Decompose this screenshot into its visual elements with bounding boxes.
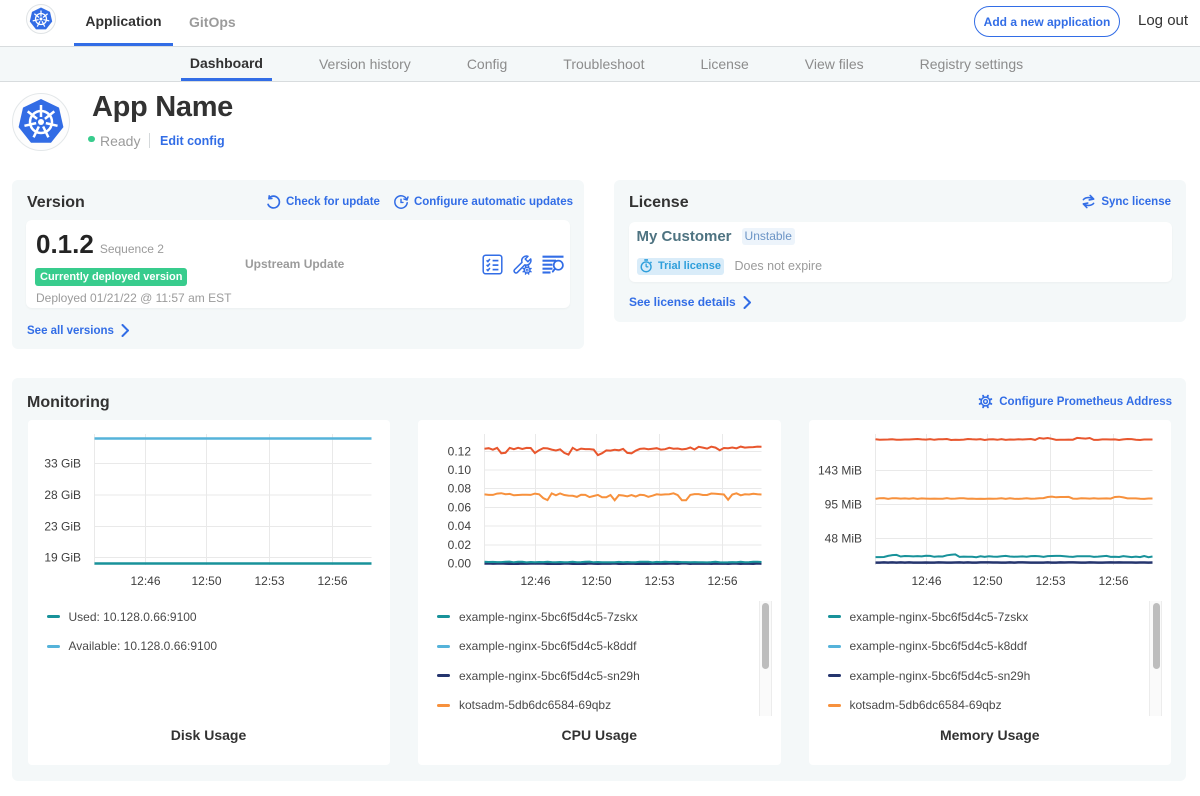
svg-text:0.08: 0.08 (448, 481, 472, 495)
svg-text:33 GiB: 33 GiB (44, 456, 81, 470)
svg-text:0.12: 0.12 (448, 444, 472, 458)
svg-text:0.04: 0.04 (448, 519, 472, 533)
svg-text:0.06: 0.06 (448, 500, 472, 514)
svg-text:12:50: 12:50 (581, 574, 611, 588)
svg-text:12:56: 12:56 (317, 574, 347, 588)
svg-text:12:56: 12:56 (1098, 574, 1128, 588)
svg-text:12:50: 12:50 (191, 574, 221, 588)
svg-text:0.00: 0.00 (448, 556, 472, 570)
svg-text:48 MiB: 48 MiB (824, 531, 861, 545)
svg-text:12:46: 12:46 (520, 574, 550, 588)
svg-text:0.02: 0.02 (448, 538, 472, 552)
svg-text:12:46: 12:46 (130, 574, 160, 588)
svg-text:19 GiB: 19 GiB (44, 550, 81, 564)
svg-text:12:53: 12:53 (1035, 574, 1065, 588)
svg-text:12:56: 12:56 (707, 574, 737, 588)
svg-text:23 GiB: 23 GiB (44, 519, 81, 533)
svg-text:95 MiB: 95 MiB (824, 497, 861, 511)
svg-text:12:50: 12:50 (972, 574, 1002, 588)
svg-text:28 GiB: 28 GiB (44, 488, 81, 502)
svg-text:12:46: 12:46 (911, 574, 941, 588)
svg-text:143 MiB: 143 MiB (817, 463, 861, 477)
svg-text:12:53: 12:53 (254, 574, 284, 588)
svg-text:12:53: 12:53 (644, 574, 674, 588)
svg-text:0.10: 0.10 (448, 463, 472, 477)
